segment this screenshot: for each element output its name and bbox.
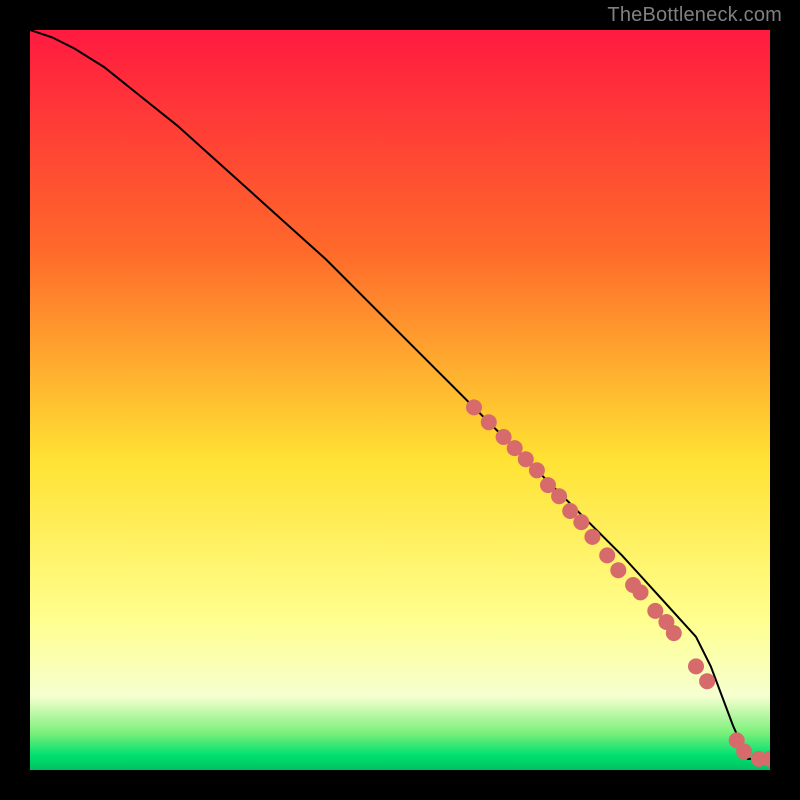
data-marker [481, 414, 497, 430]
data-marker [633, 584, 649, 600]
gradient-background [30, 30, 770, 770]
attribution-text: TheBottleneck.com [607, 4, 782, 27]
data-marker [466, 399, 482, 415]
plot-area [30, 30, 770, 770]
data-marker [529, 462, 545, 478]
data-marker [573, 514, 589, 530]
chart-stage: TheBottleneck.com [0, 0, 800, 800]
data-marker [599, 547, 615, 563]
data-marker [584, 529, 600, 545]
data-marker [688, 658, 704, 674]
data-marker [551, 488, 567, 504]
data-marker [736, 744, 752, 760]
data-marker [699, 673, 715, 689]
data-marker [666, 625, 682, 641]
chart-svg [30, 30, 770, 770]
data-marker [610, 562, 626, 578]
